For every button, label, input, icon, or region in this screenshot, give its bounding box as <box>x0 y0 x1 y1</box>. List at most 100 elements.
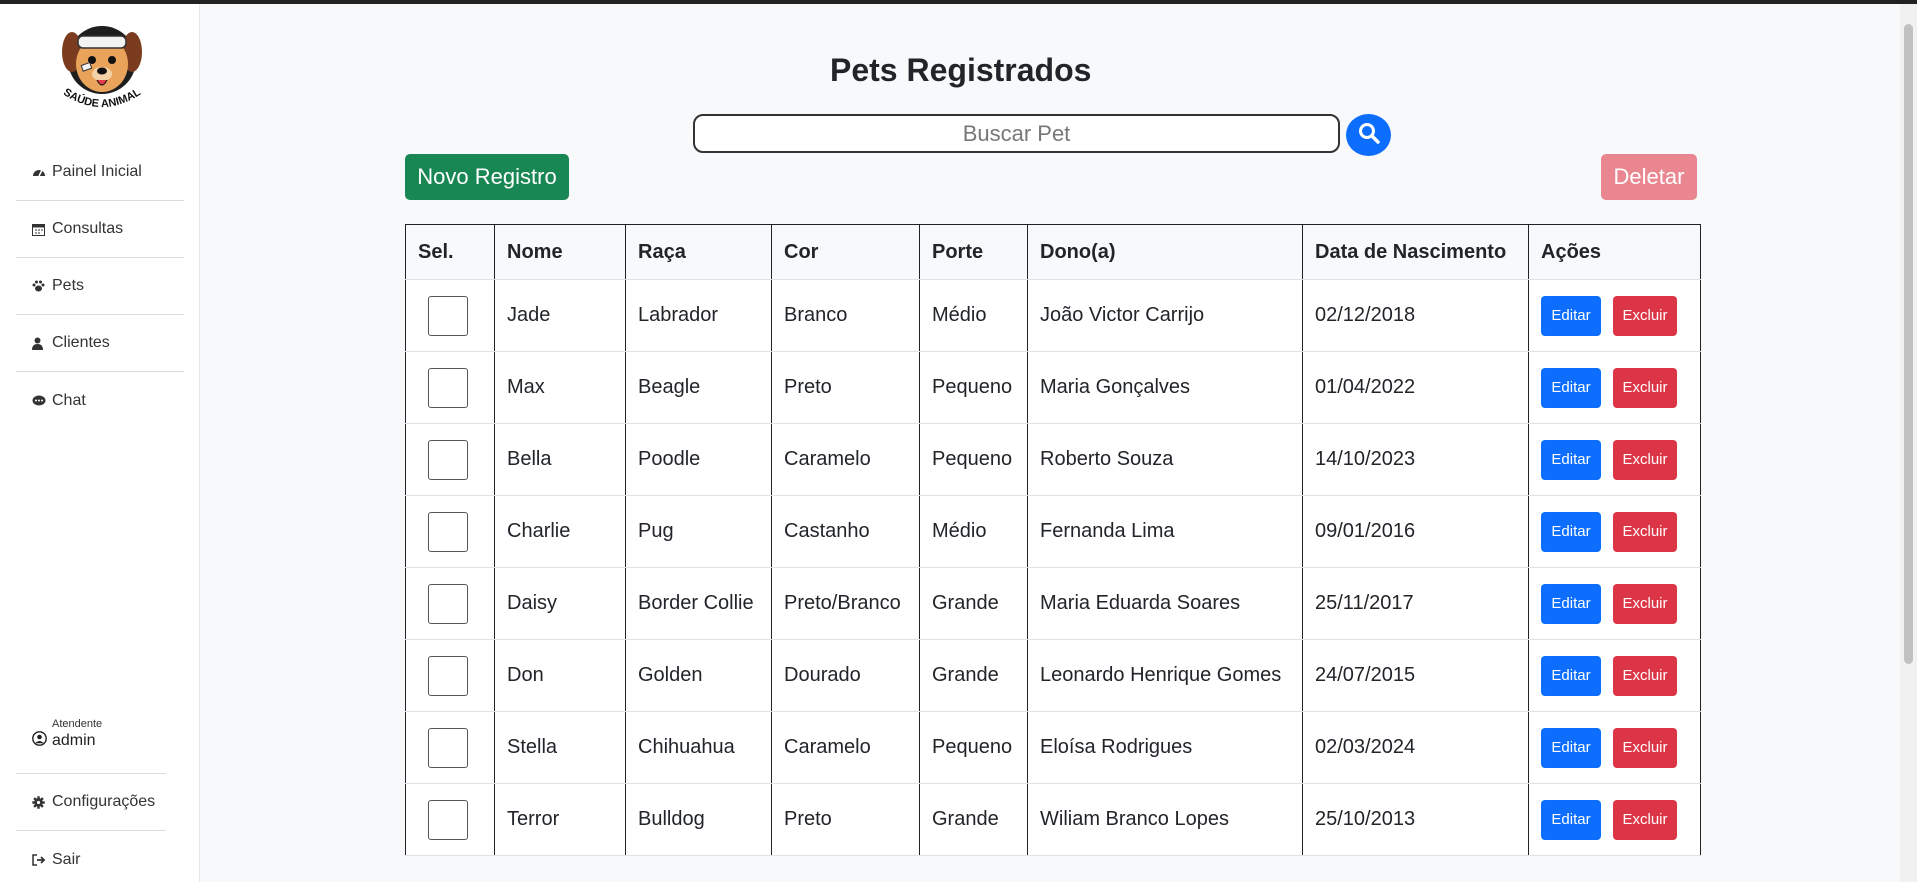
cell-raca: Poodle <box>625 423 772 496</box>
pets-table: Sel. Nome Raça Cor Porte Dono(a) Data de… <box>405 224 1701 856</box>
col-header-nascimento: Data de Nascimento <box>1302 224 1529 280</box>
sidebar-nav: Painel Inicial Consultas Pets Clientes C… <box>16 144 184 429</box>
col-header-sel: Sel. <box>405 224 495 280</box>
cell-porte: Pequeno <box>919 351 1028 424</box>
cell-cor: Dourado <box>771 639 920 712</box>
cell-dono: Fernanda Lima <box>1027 495 1303 568</box>
col-header-cor: Cor <box>771 224 920 280</box>
col-header-dono: Dono(a) <box>1027 224 1303 280</box>
delete-button[interactable]: Excluir <box>1613 439 1677 480</box>
dashboard-icon <box>32 166 50 178</box>
row-actions: Editar Excluir <box>1541 655 1700 696</box>
chat-icon <box>32 395 50 407</box>
cell-cor: Preto/Branco <box>771 567 920 640</box>
row-actions: Editar Excluir <box>1541 799 1700 840</box>
cell-select <box>405 279 495 352</box>
row-actions: Editar Excluir <box>1541 367 1700 408</box>
edit-button[interactable]: Editar <box>1541 583 1601 624</box>
sidebar-item-pets[interactable]: Pets <box>16 258 184 315</box>
saude-animal-logo[interactable]: SAÚDE ANIMAL <box>52 12 152 116</box>
sidebar-item-consultas[interactable]: Consultas <box>16 201 184 258</box>
table-row: Daisy Border Collie Preto/Branco Grande Mari… <box>405 567 1701 640</box>
logout-icon <box>32 853 50 866</box>
cell-nascimento: 01/04/2022 <box>1302 351 1529 424</box>
cell-dono: Maria Eduarda Soares <box>1027 567 1303 640</box>
user-name-row: admin <box>32 731 102 751</box>
cell-select <box>405 711 495 784</box>
table-row: Terror Bulldog Preto Grande Wiliam Branco Lo… <box>405 783 1701 856</box>
row-checkbox[interactable] <box>428 583 468 624</box>
delete-button[interactable]: Excluir <box>1613 295 1677 336</box>
search-input[interactable] <box>693 114 1340 153</box>
sidebar-item-label: Consultas <box>52 220 124 237</box>
cell-dono: Eloísa Rodrigues <box>1027 711 1303 784</box>
vertical-scrollbar[interactable] <box>1900 4 1917 882</box>
edit-button[interactable]: Editar <box>1541 511 1601 552</box>
cell-raca: Beagle <box>625 351 772 424</box>
col-header-raca: Raça <box>625 224 772 280</box>
row-actions: Editar Excluir <box>1541 727 1700 768</box>
row-checkbox[interactable] <box>428 799 468 840</box>
cell-dono: Roberto Souza <box>1027 423 1303 496</box>
cell-nome: Charlie <box>494 495 626 568</box>
row-actions: Editar Excluir <box>1541 295 1700 336</box>
cell-porte: Médio <box>919 279 1028 352</box>
delete-button[interactable]: Excluir <box>1613 727 1677 768</box>
cell-dono: Leonardo Henrique Gomes <box>1027 639 1303 712</box>
sidebar-item-configuracoes[interactable]: Configurações <box>16 774 166 831</box>
cell-nascimento: 25/10/2013 <box>1302 783 1529 856</box>
gear-icon <box>32 795 50 809</box>
edit-button[interactable]: Editar <box>1541 799 1601 840</box>
edit-button[interactable]: Editar <box>1541 439 1601 480</box>
cell-dono: Wiliam Branco Lopes <box>1027 783 1303 856</box>
sidebar-item-sair[interactable]: Sair <box>16 831 166 882</box>
cell-select <box>405 639 495 712</box>
delete-selected-button[interactable]: Deletar <box>1601 154 1697 200</box>
row-checkbox[interactable] <box>428 511 468 552</box>
delete-button[interactable]: Excluir <box>1613 367 1677 408</box>
edit-button[interactable]: Editar <box>1541 655 1601 696</box>
row-checkbox[interactable] <box>428 439 468 480</box>
row-checkbox[interactable] <box>428 727 468 768</box>
cell-nome: Bella <box>494 423 626 496</box>
scrollbar-thumb[interactable] <box>1904 24 1913 664</box>
edit-button[interactable]: Editar <box>1541 367 1601 408</box>
cell-acoes: Editar Excluir <box>1528 423 1701 496</box>
edit-button[interactable]: Editar <box>1541 727 1601 768</box>
user-role: Atendente <box>52 718 103 730</box>
delete-button[interactable]: Excluir <box>1613 655 1677 696</box>
row-checkbox[interactable] <box>428 367 468 408</box>
row-actions: Editar Excluir <box>1541 583 1700 624</box>
cell-acoes: Editar Excluir <box>1528 567 1701 640</box>
search-button[interactable] <box>1346 114 1391 156</box>
delete-button[interactable]: Excluir <box>1613 799 1677 840</box>
sidebar-item-clientes[interactable]: Clientes <box>16 315 184 372</box>
cell-acoes: Editar Excluir <box>1528 783 1701 856</box>
table-row: Don Golden Dourado Grande Leonardo Henrique … <box>405 639 1701 712</box>
user-icon <box>32 337 50 350</box>
cell-porte: Médio <box>919 495 1028 568</box>
cell-dono: Maria Gonçalves <box>1027 351 1303 424</box>
row-checkbox[interactable] <box>428 295 468 336</box>
cell-nome: Stella <box>494 711 626 784</box>
cell-select <box>405 495 495 568</box>
new-record-button[interactable]: Novo Registro <box>405 154 569 200</box>
col-header-nome: Nome <box>494 224 626 280</box>
cell-cor: Castanho <box>771 495 920 568</box>
cell-acoes: Editar Excluir <box>1528 711 1701 784</box>
delete-button[interactable]: Excluir <box>1613 583 1677 624</box>
cell-nome: Max <box>494 351 626 424</box>
cell-cor: Branco <box>771 279 920 352</box>
row-checkbox[interactable] <box>428 655 468 696</box>
table-row: Charlie Pug Castanho Médio Fernanda Lima 09/0… <box>405 495 1701 568</box>
cell-porte: Grande <box>919 783 1028 856</box>
cell-nascimento: 14/10/2023 <box>1302 423 1529 496</box>
delete-button[interactable]: Excluir <box>1613 511 1677 552</box>
table-row: Jade Labrador Branco Médio João Victor Carri… <box>405 279 1701 352</box>
sidebar-item-chat[interactable]: Chat <box>16 372 184 429</box>
cell-nome: Don <box>494 639 626 712</box>
sidebar-item-label: Sair <box>52 850 81 868</box>
sidebar-item-painel-inicial[interactable]: Painel Inicial <box>16 144 184 201</box>
edit-button[interactable]: Editar <box>1541 295 1601 336</box>
calendar-icon <box>32 223 50 236</box>
